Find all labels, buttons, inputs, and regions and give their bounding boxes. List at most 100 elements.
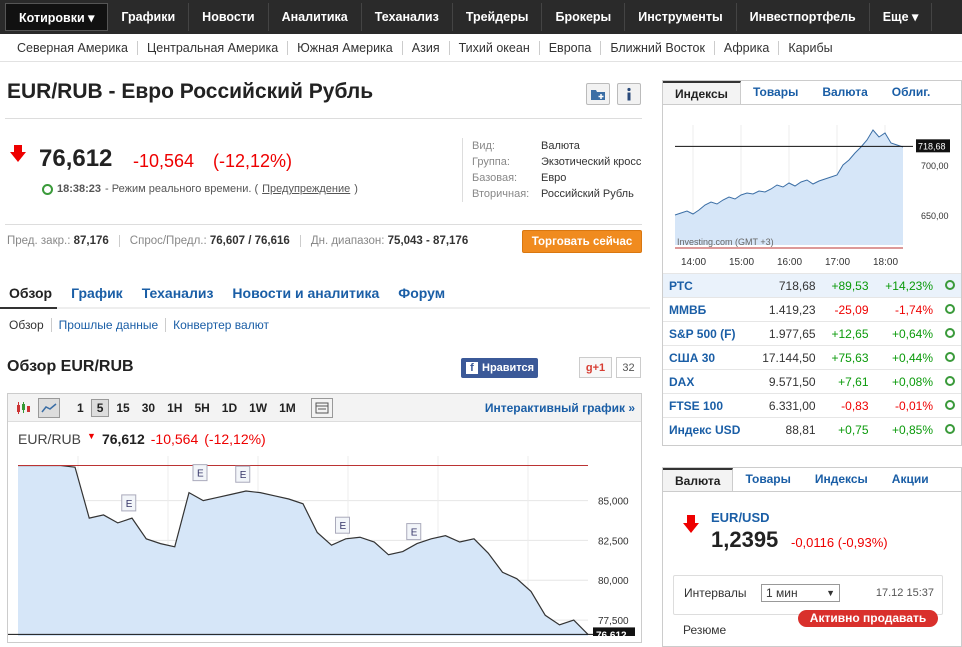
widget-tab[interactable]: Индексы xyxy=(663,81,741,104)
instrument-info: Вид: Валюта Группа: Экзотический кросс Базов… xyxy=(462,138,641,202)
index-change: -25,09 xyxy=(821,297,875,322)
region-link[interactable]: Ближний Восток xyxy=(601,41,715,55)
region-link[interactable]: Южная Америка xyxy=(288,41,403,55)
widget-tab[interactable]: Индексы xyxy=(803,468,880,491)
index-change: +89,53 xyxy=(821,273,875,298)
tab-item[interactable]: График xyxy=(71,285,123,301)
interval-label: Интервалы xyxy=(684,586,747,600)
index-last: 17.144,50 xyxy=(751,345,822,370)
table-row[interactable]: S&P 500 (F) 1.977,65 +12,65 +0,64% xyxy=(663,321,961,346)
table-row[interactable]: DAX 9.571,50 +7,61 +0,08% xyxy=(663,369,961,394)
add-portfolio-button[interactable] xyxy=(586,83,610,105)
timeframe-button[interactable]: 1 xyxy=(72,401,89,415)
currency-change: -0,0116 (-0,93%) xyxy=(791,535,888,550)
region-link[interactable]: Северная Америка xyxy=(8,41,138,55)
timeframe-button[interactable]: 15 xyxy=(111,401,134,415)
topnav-item[interactable]: Инвестпортфель xyxy=(737,3,870,31)
tab-item[interactable]: Новости и аналитика xyxy=(232,285,379,301)
table-row[interactable]: FTSE 100 6.331,00 -0,83 -0,01% xyxy=(663,393,961,418)
region-link[interactable]: Африка xyxy=(715,41,780,55)
google-plus-button[interactable]: g+1 xyxy=(579,357,612,378)
interval-date: 17.12 15:37 xyxy=(875,587,934,599)
candlestick-icon[interactable] xyxy=(12,398,34,418)
info-button[interactable] xyxy=(617,83,641,105)
sub-tabs: Обзор Прошлые данные Конвертер валют xyxy=(9,318,276,332)
widget-tab[interactable]: Облиг. xyxy=(880,81,943,104)
widget-tab[interactable]: Товары xyxy=(733,468,802,491)
tab-item[interactable]: Обзор xyxy=(9,285,52,301)
table-row[interactable]: США 30 17.144,50 +75,63 +0,44% xyxy=(663,345,961,370)
last-price: 76,612 xyxy=(39,145,113,172)
indices-tabs: Индексы Товары Валюта Облиг. xyxy=(663,81,961,105)
index-name[interactable]: ММВБ xyxy=(663,297,751,322)
index-name[interactable]: США 30 xyxy=(663,345,751,370)
timeframe-button[interactable]: 30 xyxy=(137,401,160,415)
timeframe-button[interactable]: 1W xyxy=(244,401,272,415)
interactive-chart-link[interactable]: Интерактивный график » xyxy=(485,401,635,415)
subtab-item[interactable]: Конвертер валют xyxy=(166,318,276,332)
topnav-item[interactable]: Теханализ xyxy=(362,3,453,31)
widget-tab[interactable]: Валюта xyxy=(663,468,734,491)
topnav-item[interactable]: Аналитика xyxy=(269,3,362,31)
facebook-like-button[interactable]: f Нравится xyxy=(461,358,538,378)
info-value: Экзотический кросс xyxy=(541,156,642,168)
status-cell xyxy=(939,369,961,394)
subtab-item[interactable]: Обзор xyxy=(9,318,52,332)
tab-item[interactable]: Теханализ xyxy=(142,285,214,301)
index-last: 88,81 xyxy=(751,417,822,442)
widget-tab[interactable]: Валюта xyxy=(810,81,879,104)
warning-link[interactable]: Предупреждение xyxy=(262,183,350,195)
interval-select[interactable]: 1 мин ▼ xyxy=(761,584,840,602)
topnav-item[interactable]: Трейдеры xyxy=(453,3,543,31)
timeframe-button[interactable]: 1D xyxy=(217,401,242,415)
topnav-item[interactable]: Котировки ▾ xyxy=(5,3,109,31)
timeframe-button[interactable]: 1H xyxy=(162,401,187,415)
topnav-item[interactable]: Брокеры xyxy=(542,3,626,31)
table-row[interactable]: Индекс USD 88,81 +0,75 +0,85% xyxy=(663,417,961,442)
clock-icon xyxy=(42,183,53,195)
index-name[interactable]: DAX xyxy=(663,369,751,394)
area-chart-icon[interactable] xyxy=(38,397,60,418)
topnav-item[interactable]: Инструменты xyxy=(625,3,737,31)
topnav-item[interactable]: Графики xyxy=(108,3,190,31)
status-cell xyxy=(939,417,961,442)
clock-icon xyxy=(945,279,955,290)
region-link[interactable]: Европа xyxy=(540,41,602,55)
index-change-pct: +0,64% xyxy=(874,321,939,346)
index-last: 9.571,50 xyxy=(751,369,822,394)
index-change: +7,61 xyxy=(821,369,875,394)
time-value: 18:38:23 xyxy=(57,183,102,195)
index-name[interactable]: Индекс USD xyxy=(663,417,751,442)
data-table-icon[interactable] xyxy=(310,397,333,418)
widget-tab[interactable]: Акции xyxy=(880,468,941,491)
trade-now-button[interactable]: Торговать сейчас xyxy=(522,230,642,253)
index-name[interactable]: S&P 500 (F) xyxy=(663,321,751,346)
currency-pair-link[interactable]: EUR/USD xyxy=(711,510,770,525)
down-small-icon: ▼ xyxy=(87,431,96,441)
index-change-pct: -1,74% xyxy=(874,297,939,322)
timeframe-button[interactable]: 5 xyxy=(90,398,110,417)
widget-tab[interactable]: Товары xyxy=(741,81,810,104)
info-key: Вторичная: xyxy=(472,188,530,200)
x-axis-label: 18:00 xyxy=(873,257,898,268)
index-name[interactable]: РТС xyxy=(663,273,751,298)
timeframe-button[interactable]: 5H xyxy=(189,401,214,415)
table-row[interactable]: ММВБ 1.419,23 -25,09 -1,74% xyxy=(663,297,961,322)
subtab-item[interactable]: Прошлые данные xyxy=(52,318,167,332)
index-name[interactable]: FTSE 100 xyxy=(663,393,751,418)
table-row[interactable]: РТС 718,68 +89,53 +14,23% xyxy=(663,273,961,298)
tab-item[interactable]: Форум xyxy=(398,285,445,301)
info-value: Валюта xyxy=(541,140,580,152)
active-tab-indicator xyxy=(0,307,57,309)
topnav-item[interactable]: Еще ▾ xyxy=(870,3,933,31)
topnav-item[interactable]: Новости xyxy=(189,3,269,31)
region-link[interactable]: Тихий океан xyxy=(450,41,540,55)
region-link[interactable]: Карибы xyxy=(779,41,841,55)
day-range: Дн. диапазон: 75,043 - 87,176 xyxy=(310,235,469,247)
folder-plus-icon xyxy=(591,90,605,100)
last-price-label: 76,612 xyxy=(596,630,627,636)
facebook-icon: f xyxy=(466,362,478,374)
region-link[interactable]: Азия xyxy=(403,41,450,55)
region-link[interactable]: Центральная Америка xyxy=(138,41,289,55)
timeframe-button[interactable]: 1M xyxy=(274,401,301,415)
